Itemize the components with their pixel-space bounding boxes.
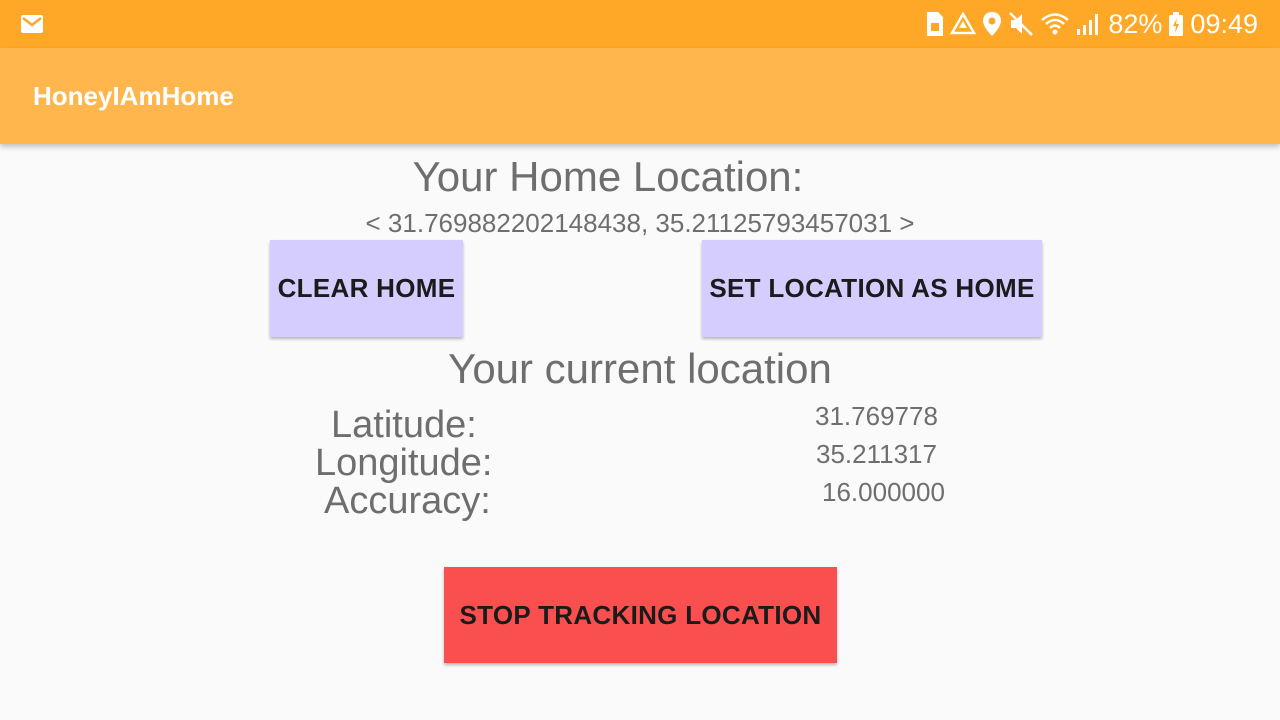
home-location-coords: < 31.769882202148438, 35.21125793457031 … — [365, 208, 915, 238]
gmail-icon — [21, 15, 43, 33]
accuracy-label: Accuracy: — [324, 480, 491, 522]
app-title: HoneyIAmHome — [33, 81, 234, 111]
mute-icon — [1009, 12, 1034, 36]
clock: 09:49 — [1190, 9, 1258, 39]
location-pin-icon — [983, 12, 1002, 36]
battery-charging-icon — [1169, 12, 1184, 36]
status-bar: 82% 09:49 — [0, 0, 1280, 48]
recycle-icon — [950, 12, 977, 35]
battery-percent: 82% — [1108, 9, 1163, 39]
latitude-value: 31.769778 — [815, 401, 938, 431]
status-right: 82% 09:49 — [926, 0, 1258, 48]
signal-icon — [1077, 14, 1099, 35]
home-location-title: Your Home Location: — [412, 153, 804, 200]
longitude-label: Longitude: — [315, 442, 493, 484]
wifi-icon — [1041, 13, 1070, 35]
longitude-value: 35.211317 — [816, 439, 937, 469]
status-left — [20, 13, 44, 40]
current-location-title: Your current location — [448, 345, 832, 392]
accuracy-value: 16.000000 — [822, 477, 945, 507]
sim-icon — [927, 12, 944, 36]
latitude-label: Latitude: — [331, 404, 477, 446]
clear-home-button[interactable]: CLEAR HOME — [270, 240, 463, 337]
stop-tracking-location-button[interactable]: STOP TRACKING LOCATION — [444, 567, 837, 663]
set-location-as-home-button[interactable]: SET LOCATION AS HOME — [702, 240, 1042, 337]
app-bar: HoneyIAmHome — [0, 48, 1280, 144]
